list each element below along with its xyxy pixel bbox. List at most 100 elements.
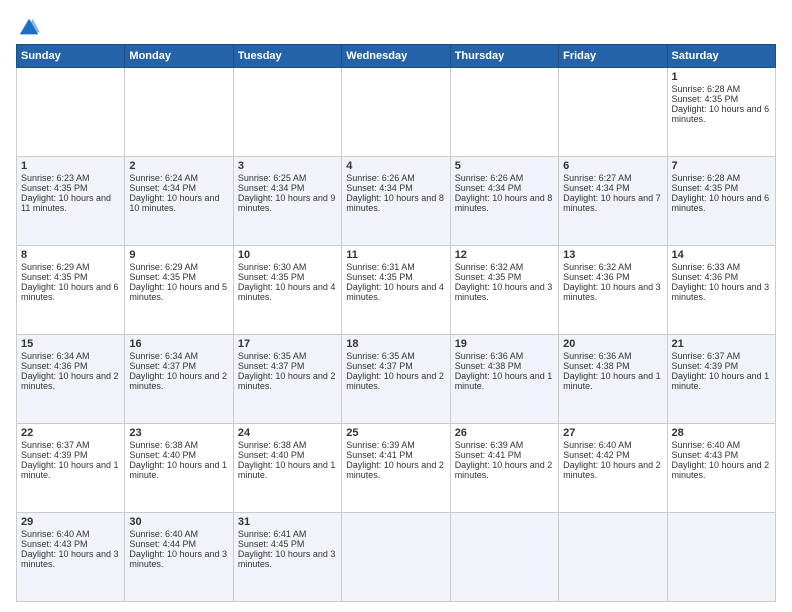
day-header-wednesday: Wednesday <box>342 45 450 68</box>
calendar-cell <box>450 68 558 157</box>
day-number: 4 <box>346 160 445 172</box>
day-info: Sunrise: 6:36 AMSunset: 4:38 PMDaylight:… <box>563 351 661 391</box>
day-info: Sunrise: 6:35 AMSunset: 4:37 PMDaylight:… <box>238 351 336 391</box>
day-number: 31 <box>238 516 337 528</box>
day-number: 3 <box>238 160 337 172</box>
calendar-cell <box>342 68 450 157</box>
day-info: Sunrise: 6:38 AMSunset: 4:40 PMDaylight:… <box>238 440 336 480</box>
calendar-cell: 15Sunrise: 6:34 AMSunset: 4:36 PMDayligh… <box>17 335 125 424</box>
day-header-tuesday: Tuesday <box>233 45 341 68</box>
calendar-cell: 7Sunrise: 6:28 AMSunset: 4:35 PMDaylight… <box>667 157 775 246</box>
day-number: 13 <box>563 249 662 261</box>
day-number: 23 <box>129 427 228 439</box>
day-number: 14 <box>672 249 771 261</box>
calendar-cell: 2Sunrise: 6:24 AMSunset: 4:34 PMDaylight… <box>125 157 233 246</box>
day-number: 29 <box>21 516 120 528</box>
day-info: Sunrise: 6:37 AMSunset: 4:39 PMDaylight:… <box>21 440 119 480</box>
day-info: Sunrise: 6:35 AMSunset: 4:37 PMDaylight:… <box>346 351 444 391</box>
calendar-cell <box>342 513 450 602</box>
calendar-cell: 31Sunrise: 6:41 AMSunset: 4:45 PMDayligh… <box>233 513 341 602</box>
calendar-week-row: 15Sunrise: 6:34 AMSunset: 4:36 PMDayligh… <box>17 335 776 424</box>
day-number: 21 <box>672 338 771 350</box>
day-info: Sunrise: 6:33 AMSunset: 4:36 PMDaylight:… <box>672 262 770 302</box>
calendar-cell: 23Sunrise: 6:38 AMSunset: 4:40 PMDayligh… <box>125 424 233 513</box>
calendar-cell: 21Sunrise: 6:37 AMSunset: 4:39 PMDayligh… <box>667 335 775 424</box>
day-number: 28 <box>672 427 771 439</box>
calendar-cell: 27Sunrise: 6:40 AMSunset: 4:42 PMDayligh… <box>559 424 667 513</box>
day-number: 6 <box>563 160 662 172</box>
day-info: Sunrise: 6:29 AMSunset: 4:35 PMDaylight:… <box>21 262 119 302</box>
day-info: Sunrise: 6:32 AMSunset: 4:35 PMDaylight:… <box>455 262 553 302</box>
day-number: 12 <box>455 249 554 261</box>
calendar-cell: 30Sunrise: 6:40 AMSunset: 4:44 PMDayligh… <box>125 513 233 602</box>
day-header-friday: Friday <box>559 45 667 68</box>
day-number: 25 <box>346 427 445 439</box>
day-info: Sunrise: 6:34 AMSunset: 4:37 PMDaylight:… <box>129 351 227 391</box>
day-number: 5 <box>455 160 554 172</box>
calendar-cell: 10Sunrise: 6:30 AMSunset: 4:35 PMDayligh… <box>233 246 341 335</box>
calendar-cell <box>667 513 775 602</box>
day-info: Sunrise: 6:40 AMSunset: 4:44 PMDaylight:… <box>129 529 227 569</box>
day-header-monday: Monday <box>125 45 233 68</box>
day-number: 1 <box>21 160 120 172</box>
calendar-cell: 1Sunrise: 6:28 AMSunset: 4:35 PMDaylight… <box>667 68 775 157</box>
calendar-cell: 26Sunrise: 6:39 AMSunset: 4:41 PMDayligh… <box>450 424 558 513</box>
day-info: Sunrise: 6:31 AMSunset: 4:35 PMDaylight:… <box>346 262 444 302</box>
calendar-cell: 29Sunrise: 6:40 AMSunset: 4:43 PMDayligh… <box>17 513 125 602</box>
day-number: 27 <box>563 427 662 439</box>
day-info: Sunrise: 6:24 AMSunset: 4:34 PMDaylight:… <box>129 173 219 213</box>
day-info: Sunrise: 6:28 AMSunset: 4:35 PMDaylight:… <box>672 173 770 213</box>
calendar-cell: 20Sunrise: 6:36 AMSunset: 4:38 PMDayligh… <box>559 335 667 424</box>
calendar-cell: 1Sunrise: 6:23 AMSunset: 4:35 PMDaylight… <box>17 157 125 246</box>
day-number: 20 <box>563 338 662 350</box>
day-number: 11 <box>346 249 445 261</box>
calendar-cell: 18Sunrise: 6:35 AMSunset: 4:37 PMDayligh… <box>342 335 450 424</box>
header <box>16 16 776 34</box>
day-info: Sunrise: 6:28 AMSunset: 4:35 PMDaylight:… <box>672 84 770 124</box>
day-number: 16 <box>129 338 228 350</box>
day-number: 10 <box>238 249 337 261</box>
day-number: 2 <box>129 160 228 172</box>
calendar-cell: 14Sunrise: 6:33 AMSunset: 4:36 PMDayligh… <box>667 246 775 335</box>
calendar-cell: 12Sunrise: 6:32 AMSunset: 4:35 PMDayligh… <box>450 246 558 335</box>
day-info: Sunrise: 6:38 AMSunset: 4:40 PMDaylight:… <box>129 440 227 480</box>
day-info: Sunrise: 6:39 AMSunset: 4:41 PMDaylight:… <box>346 440 444 480</box>
day-info: Sunrise: 6:40 AMSunset: 4:43 PMDaylight:… <box>21 529 119 569</box>
day-header-saturday: Saturday <box>667 45 775 68</box>
calendar-table: SundayMondayTuesdayWednesdayThursdayFrid… <box>16 44 776 602</box>
page: SundayMondayTuesdayWednesdayThursdayFrid… <box>0 0 792 612</box>
day-header-thursday: Thursday <box>450 45 558 68</box>
logo-icon <box>18 16 40 38</box>
calendar-cell: 5Sunrise: 6:26 AMSunset: 4:34 PMDaylight… <box>450 157 558 246</box>
calendar-cell: 6Sunrise: 6:27 AMSunset: 4:34 PMDaylight… <box>559 157 667 246</box>
calendar-cell: 3Sunrise: 6:25 AMSunset: 4:34 PMDaylight… <box>233 157 341 246</box>
calendar-cell: 17Sunrise: 6:35 AMSunset: 4:37 PMDayligh… <box>233 335 341 424</box>
calendar-cell: 24Sunrise: 6:38 AMSunset: 4:40 PMDayligh… <box>233 424 341 513</box>
day-number: 1 <box>672 71 771 83</box>
day-info: Sunrise: 6:41 AMSunset: 4:45 PMDaylight:… <box>238 529 336 569</box>
day-number: 18 <box>346 338 445 350</box>
day-header-sunday: Sunday <box>17 45 125 68</box>
calendar-week-row: 8Sunrise: 6:29 AMSunset: 4:35 PMDaylight… <box>17 246 776 335</box>
day-number: 15 <box>21 338 120 350</box>
calendar-cell <box>559 68 667 157</box>
day-number: 17 <box>238 338 337 350</box>
day-info: Sunrise: 6:40 AMSunset: 4:42 PMDaylight:… <box>563 440 661 480</box>
calendar-cell: 13Sunrise: 6:32 AMSunset: 4:36 PMDayligh… <box>559 246 667 335</box>
calendar-cell: 8Sunrise: 6:29 AMSunset: 4:35 PMDaylight… <box>17 246 125 335</box>
day-info: Sunrise: 6:27 AMSunset: 4:34 PMDaylight:… <box>563 173 661 213</box>
day-info: Sunrise: 6:29 AMSunset: 4:35 PMDaylight:… <box>129 262 227 302</box>
calendar-week-row: 29Sunrise: 6:40 AMSunset: 4:43 PMDayligh… <box>17 513 776 602</box>
day-info: Sunrise: 6:40 AMSunset: 4:43 PMDaylight:… <box>672 440 770 480</box>
day-number: 9 <box>129 249 228 261</box>
calendar-cell <box>17 68 125 157</box>
calendar-cell: 25Sunrise: 6:39 AMSunset: 4:41 PMDayligh… <box>342 424 450 513</box>
calendar-cell: 4Sunrise: 6:26 AMSunset: 4:34 PMDaylight… <box>342 157 450 246</box>
day-number: 24 <box>238 427 337 439</box>
day-info: Sunrise: 6:39 AMSunset: 4:41 PMDaylight:… <box>455 440 553 480</box>
day-number: 22 <box>21 427 120 439</box>
day-number: 19 <box>455 338 554 350</box>
day-info: Sunrise: 6:25 AMSunset: 4:34 PMDaylight:… <box>238 173 336 213</box>
calendar-week-row: 1Sunrise: 6:28 AMSunset: 4:35 PMDaylight… <box>17 68 776 157</box>
calendar-week-row: 22Sunrise: 6:37 AMSunset: 4:39 PMDayligh… <box>17 424 776 513</box>
